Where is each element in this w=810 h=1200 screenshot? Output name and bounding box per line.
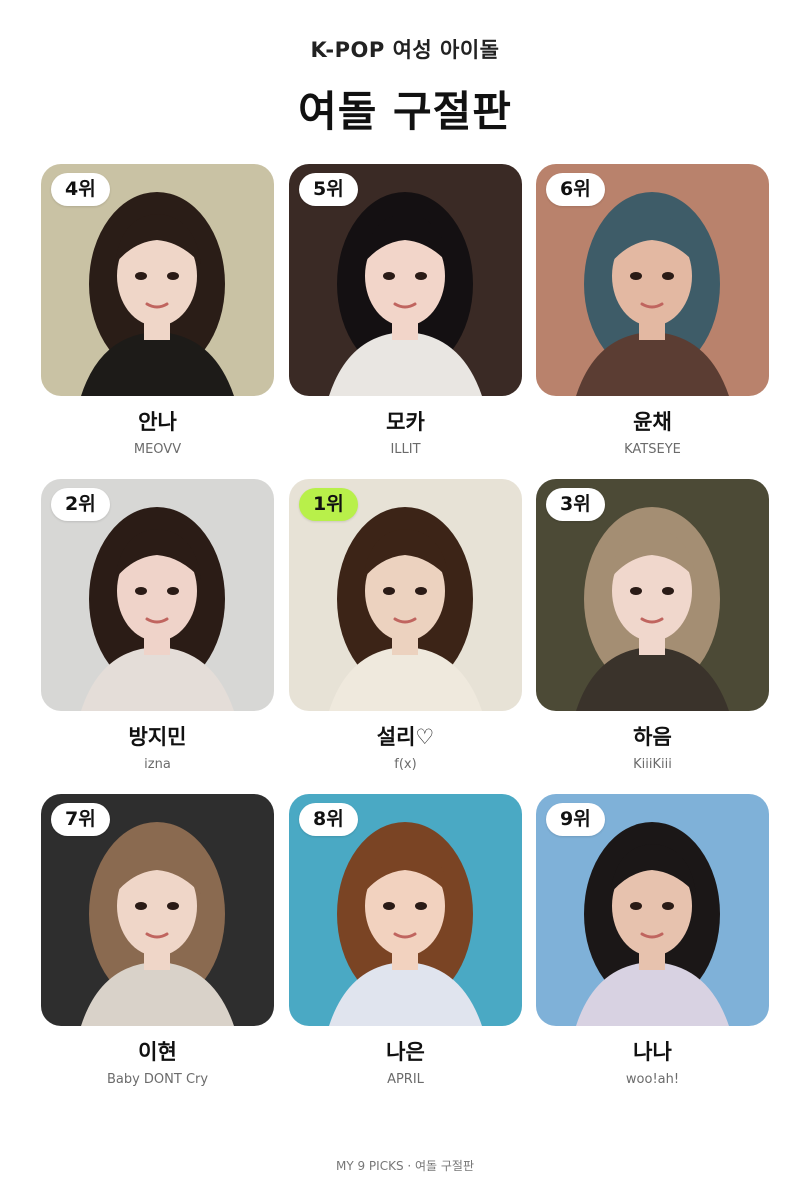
member-photo[interactable]: 5위 (289, 164, 522, 396)
member-name: 나나 (633, 1040, 672, 1064)
member-name: 설리♡ (376, 725, 435, 749)
pick-card[interactable]: 2위방지민 izna (41, 479, 274, 772)
pick-card[interactable]: 5위모카 ILLIT (289, 164, 522, 457)
footer-caption: MY 9 PICKS · 여돌 구절판 (335, 1159, 475, 1173)
pick-card[interactable]: 4위안나 MEOVV (41, 164, 274, 457)
rank-badge: 4위 (51, 173, 110, 206)
member-photo[interactable]: 6위 (536, 164, 769, 396)
pick-card[interactable]: 1위설리♡ f(x) (289, 479, 522, 772)
member-name: 나은 (386, 1040, 425, 1064)
pick-card[interactable]: 9위나나 woo!ah! (536, 794, 769, 1087)
rank-badge: 1위 (299, 488, 358, 521)
group-name: Baby DONT Cry (106, 1072, 209, 1087)
member-name: 이현 (138, 1040, 177, 1064)
group-name: APRIL (387, 1072, 424, 1087)
member-photo[interactable]: 2위 (41, 479, 274, 711)
pick-card[interactable]: 6위윤채 KATSEYE (536, 164, 769, 457)
group-name: MEOVV (133, 442, 182, 457)
member-photo[interactable]: 9위 (536, 794, 769, 1026)
member-photo[interactable]: 3위 (536, 479, 769, 711)
group-name: ILLIT (390, 442, 421, 457)
rank-badge: 9위 (546, 803, 605, 836)
rank-badge: 5위 (299, 173, 358, 206)
member-name: 방지민 (128, 725, 187, 749)
rank-badge: 7위 (51, 803, 110, 836)
member-photo[interactable]: 4위 (41, 164, 274, 396)
page-subtitle: K-POP 여성 아이돌 (310, 38, 500, 62)
group-name: izna (144, 757, 171, 772)
header: K-POP 여성 아이돌 여돌 구절판 (0, 34, 810, 139)
member-photo[interactable]: 7위 (41, 794, 274, 1026)
member-name: 안나 (138, 410, 177, 434)
member-photo[interactable]: 1위 (289, 479, 522, 711)
member-photo[interactable]: 8위 (289, 794, 522, 1026)
rank-badge: 2위 (51, 488, 110, 521)
group-name: woo!ah! (625, 1072, 680, 1087)
rank-badge: 3위 (546, 488, 605, 521)
pick-card[interactable]: 3위하음 KiiiKiii (536, 479, 769, 772)
member-name: 하음 (633, 725, 672, 749)
group-name: KiiiKiii (633, 757, 672, 772)
pick-card[interactable]: 8위나은 APRIL (289, 794, 522, 1087)
group-name: f(x) (394, 757, 417, 772)
member-name: 윤채 (633, 410, 672, 434)
member-name: 모카 (386, 410, 425, 434)
rank-badge: 8위 (299, 803, 358, 836)
page-title: 여돌 구절판 (298, 87, 512, 136)
rank-badge: 6위 (546, 173, 605, 206)
group-name: KATSEYE (624, 442, 681, 457)
pick-card[interactable]: 7위이현 Baby DONT Cry (41, 794, 274, 1087)
